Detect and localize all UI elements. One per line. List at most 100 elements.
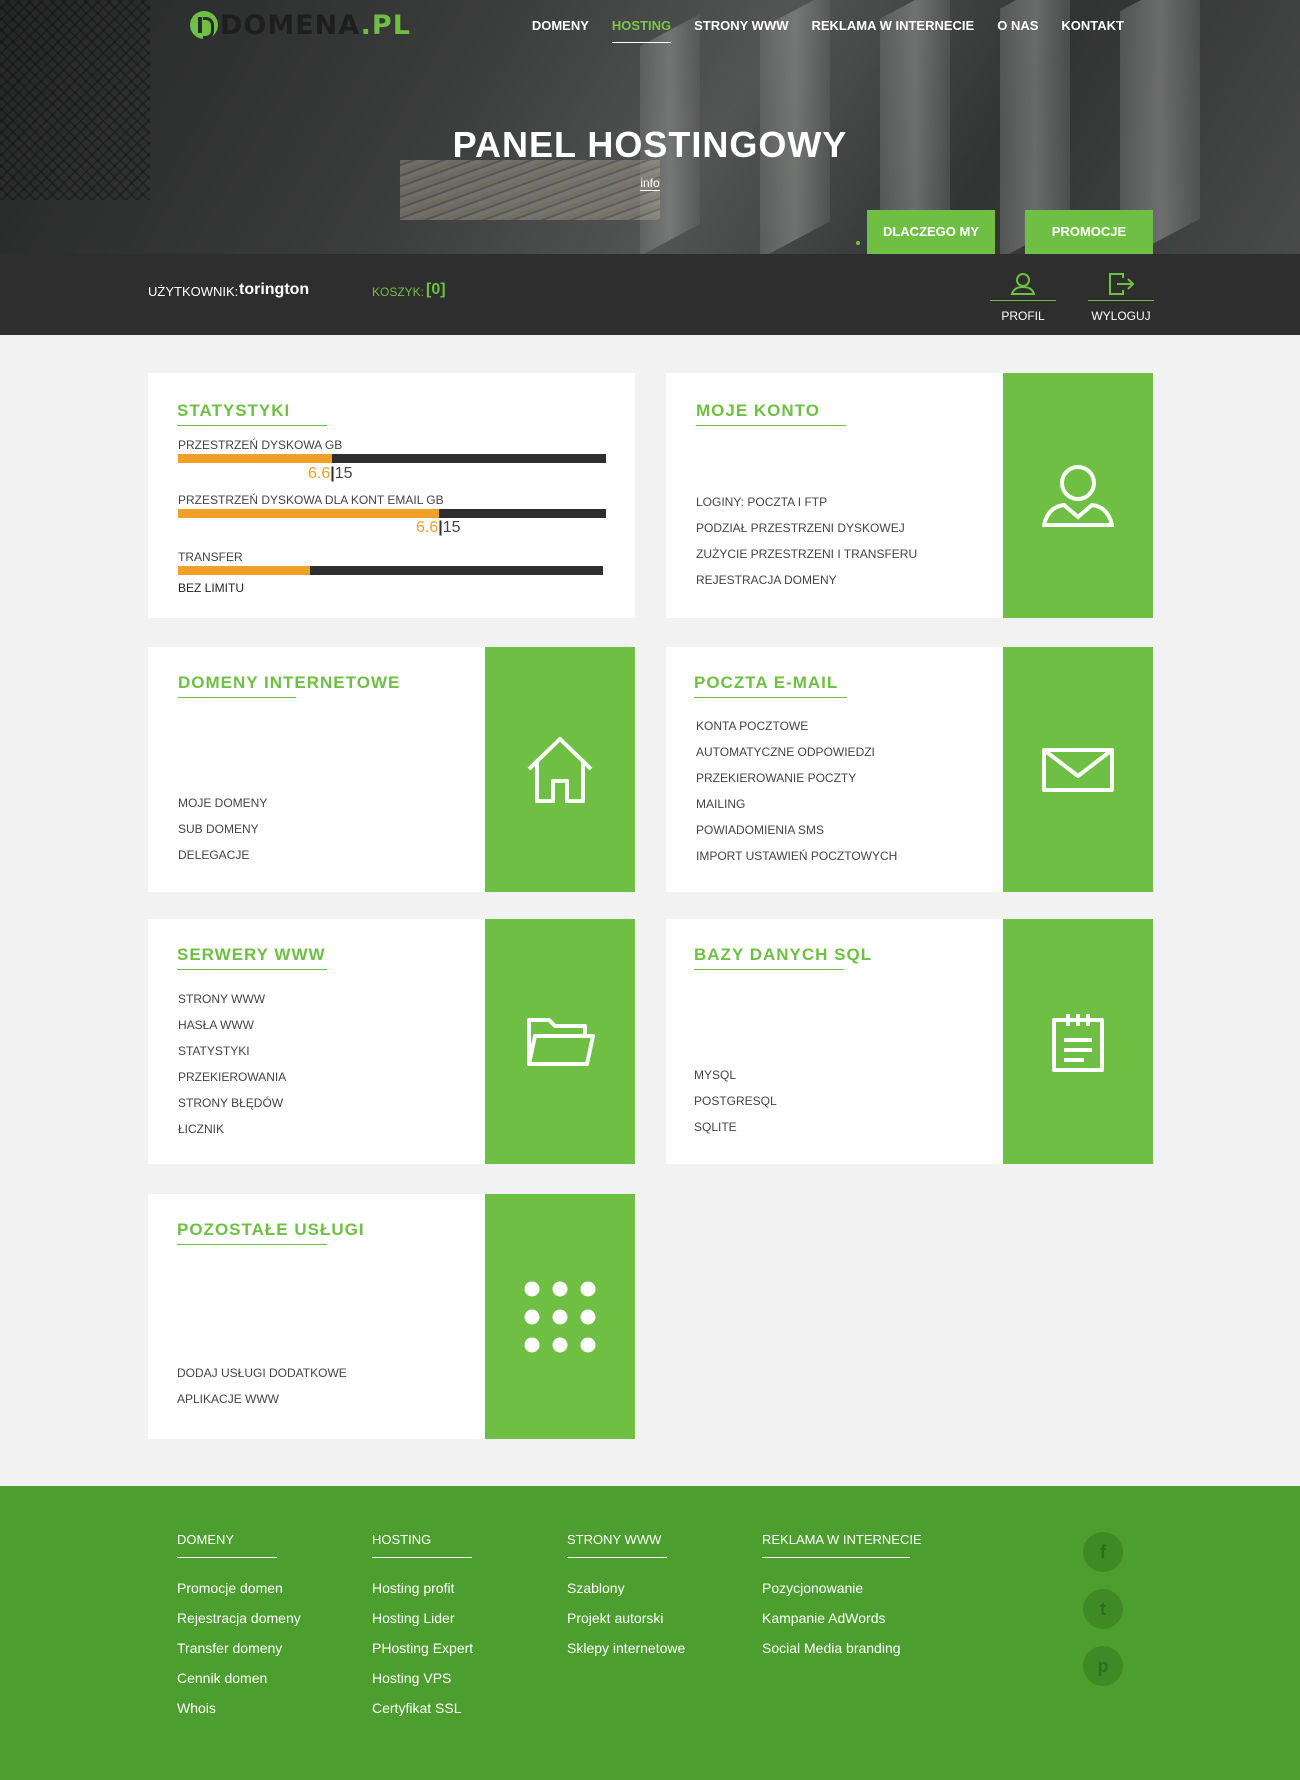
stat-disk-fill bbox=[178, 454, 333, 463]
mail-icon-panel[interactable] bbox=[1003, 647, 1153, 892]
other-link-add-services[interactable]: DODAJ USŁUGI DODATKOWE bbox=[177, 1360, 347, 1386]
mail-link-sms[interactable]: POWIADOMIENIA SMS bbox=[696, 817, 897, 843]
account-link-disk-split[interactable]: PODZIAŁ PRZESTRZENI DYSKOWEJ bbox=[696, 515, 917, 541]
stat-disk-bar bbox=[178, 454, 606, 463]
www-link-passwords[interactable]: HASŁA WWW bbox=[178, 1012, 286, 1038]
stat-disk: PRZESTRZEŃ DYSKOWA GB 6.6|15 bbox=[178, 438, 606, 482]
grid-dots-icon bbox=[524, 1281, 596, 1352]
footer-link[interactable]: Szablony bbox=[567, 1578, 685, 1608]
domains-link-my[interactable]: MOJE DOMENY bbox=[178, 790, 267, 816]
www-link-counter[interactable]: ŁICZNIK bbox=[178, 1116, 286, 1142]
footer-link[interactable]: Projekt autorski bbox=[567, 1608, 685, 1638]
nav-item-reklama[interactable]: REKLAMA W INTERNECIE bbox=[811, 18, 974, 43]
mail-link-import[interactable]: IMPORT USTAWIEŃ POCZTOWYCH bbox=[696, 843, 897, 869]
footer-col-title[interactable]: DOMENY bbox=[177, 1532, 277, 1558]
nav-item-kontakt[interactable]: KONTAKT bbox=[1061, 18, 1124, 43]
mail-link-forwarding[interactable]: PRZEKIEROWANIE POCZTY bbox=[696, 765, 897, 791]
stat-email-fill bbox=[178, 509, 440, 518]
domains-icon-panel[interactable] bbox=[485, 647, 635, 892]
stat-email: PRZESTRZEŃ DYSKOWA DLA KONT EMAIL GB 6.6… bbox=[178, 493, 606, 536]
logout-icon bbox=[1109, 273, 1135, 295]
stat-email-total: 15 bbox=[442, 519, 461, 536]
www-link-error-pages[interactable]: STRONY BŁĘDÓW bbox=[178, 1090, 286, 1116]
footer-link[interactable]: Rejestracja domeny bbox=[177, 1608, 301, 1638]
twitter-icon[interactable]: t bbox=[1083, 1589, 1123, 1629]
www-icon-panel[interactable] bbox=[485, 919, 635, 1164]
footer-link[interactable]: Sklepy internetowe bbox=[567, 1638, 685, 1668]
footer-col-title[interactable]: REKLAMA W INTERNECIE bbox=[762, 1532, 922, 1558]
account-link-usage[interactable]: ZUŻYCIE PRZESTRZENI I TRANSFERU bbox=[696, 541, 917, 567]
footer-link[interactable]: Certyfikat SSL bbox=[372, 1698, 473, 1728]
www-card: SERWERY WWW STRONY WWW HASŁA WWW STATYST… bbox=[148, 919, 635, 1164]
footer-col-title[interactable]: STRONY WWW bbox=[567, 1532, 667, 1558]
footer-link[interactable]: Whois bbox=[177, 1698, 301, 1728]
footer-link[interactable]: Transfer domeny bbox=[177, 1638, 301, 1668]
footer-link[interactable]: Cennik domen bbox=[177, 1668, 301, 1698]
logout-button[interactable]: WYLOGUJ bbox=[1088, 272, 1154, 325]
home-icon bbox=[527, 736, 593, 803]
account-card: MOJE KONTO LOGINY: POCZTA I FTP PODZIAŁ … bbox=[666, 373, 1153, 618]
footer-link[interactable]: Hosting VPS bbox=[372, 1668, 473, 1698]
pinterest-icon[interactable]: p bbox=[1083, 1646, 1123, 1686]
footer-col-title[interactable]: HOSTING bbox=[372, 1532, 472, 1558]
footer-link[interactable]: Pozycjonowanie bbox=[762, 1578, 910, 1608]
account-link-domain-register[interactable]: REJESTRACJA DOMENY bbox=[696, 567, 917, 593]
mail-title: POCZTA E-MAIL bbox=[694, 673, 847, 698]
envelope-icon bbox=[1042, 747, 1114, 792]
www-list: STRONY WWW HASŁA WWW STATYSTYKI PRZEKIER… bbox=[178, 986, 286, 1142]
sql-card: BAZY DANYCH SQL MYSQL POSTGRESQL SQLITE bbox=[666, 919, 1153, 1164]
www-link-sites[interactable]: STRONY WWW bbox=[178, 986, 286, 1012]
mail-link-mailing[interactable]: MAILING bbox=[696, 791, 897, 817]
nav-item-domeny[interactable]: DOMENY bbox=[532, 18, 589, 43]
footer-link[interactable]: PHosting Expert bbox=[372, 1638, 473, 1668]
footer-col-reklama: REKLAMA W INTERNECIE Pozycjonowanie Kamp… bbox=[762, 1532, 922, 1668]
sql-link-mysql[interactable]: MYSQL bbox=[694, 1062, 777, 1088]
footer-link[interactable]: Social Media branding bbox=[762, 1638, 910, 1668]
nav-item-hosting[interactable]: HOSTING bbox=[611, 18, 672, 43]
logo-tld: .pl bbox=[360, 9, 411, 41]
other-title: POZOSTAŁE USŁUGI bbox=[177, 1220, 364, 1245]
stat-transfer-bar bbox=[178, 566, 603, 575]
stat-transfer: TRANSFER BEZ LIMITU bbox=[178, 550, 603, 595]
cart-label: KOSZYK: bbox=[372, 285, 425, 299]
domains-link-sub[interactable]: SUB DOMENY bbox=[178, 816, 267, 842]
footer-link[interactable]: Hosting Lider bbox=[372, 1608, 473, 1638]
cart-count[interactable]: [0] bbox=[426, 281, 446, 299]
footer-link[interactable]: Hosting profit bbox=[372, 1578, 473, 1608]
nav-item-strony-www[interactable]: STRONY WWW bbox=[694, 18, 788, 43]
sql-link-postgresql[interactable]: POSTGRESQL bbox=[694, 1088, 777, 1114]
promotions-button[interactable]: PROMOCJE bbox=[1025, 210, 1153, 254]
user-bar: UŻYTKOWNIK: torington KOSZYK: [0] PROFIL… bbox=[0, 254, 1300, 335]
www-link-redirects[interactable]: PRZEKIEROWANIA bbox=[178, 1064, 286, 1090]
stat-transfer-value: BEZ LIMITU bbox=[178, 581, 245, 595]
stat-disk-used: 6.6 bbox=[308, 465, 331, 482]
other-link-web-apps[interactable]: APLIKACJE WWW bbox=[177, 1386, 347, 1412]
info-link[interactable]: info bbox=[640, 176, 660, 191]
sql-link-sqlite[interactable]: SQLITE bbox=[694, 1114, 777, 1140]
footer-link[interactable]: Promocje domen bbox=[177, 1578, 301, 1608]
www-title: SERWERY WWW bbox=[177, 945, 327, 970]
main-nav: DOMENY HOSTING STRONY WWW REKLAMA W INTE… bbox=[532, 18, 1124, 43]
mail-link-autoreply[interactable]: AUTOMATYCZNE ODPOWIEDZI bbox=[696, 739, 897, 765]
facebook-icon[interactable]: f bbox=[1083, 1532, 1123, 1572]
footer-col-hosting: HOSTING Hosting profit Hosting Lider PHo… bbox=[372, 1532, 473, 1728]
mail-list: KONTA POCZTOWE AUTOMATYCZNE ODPOWIEDZI P… bbox=[696, 713, 897, 869]
account-list: LOGINY: POCZTA I FTP PODZIAŁ PRZESTRZENI… bbox=[696, 489, 917, 593]
user-label: UŻYTKOWNIK: bbox=[148, 284, 239, 299]
sql-icon-panel[interactable] bbox=[1003, 919, 1153, 1164]
domains-link-delegation[interactable]: DELEGACJE bbox=[178, 842, 267, 868]
account-icon-panel[interactable] bbox=[1003, 373, 1153, 618]
mail-card: POCZTA E-MAIL KONTA POCZTOWE AUTOMATYCZN… bbox=[666, 647, 1153, 892]
why-us-button[interactable]: DLACZEGO MY bbox=[867, 210, 995, 254]
mail-link-accounts[interactable]: KONTA POCZTOWE bbox=[696, 713, 897, 739]
logo[interactable]: domena.pl bbox=[190, 9, 455, 41]
footer-link[interactable]: Kampanie AdWords bbox=[762, 1608, 910, 1638]
profile-button[interactable]: PROFIL bbox=[990, 272, 1056, 325]
logout-label: WYLOGUJ bbox=[1091, 309, 1151, 323]
stat-email-label: PRZESTRZEŃ DYSKOWA DLA KONT EMAIL GB bbox=[178, 493, 444, 507]
account-link-logins[interactable]: LOGINY: POCZTA I FTP bbox=[696, 489, 917, 515]
www-link-stats[interactable]: STATYSTYKI bbox=[178, 1038, 286, 1064]
nav-item-o-nas[interactable]: O NAS bbox=[997, 18, 1038, 43]
other-icon-panel[interactable] bbox=[485, 1194, 635, 1439]
stats-title: STATYSTYKI bbox=[177, 401, 327, 426]
